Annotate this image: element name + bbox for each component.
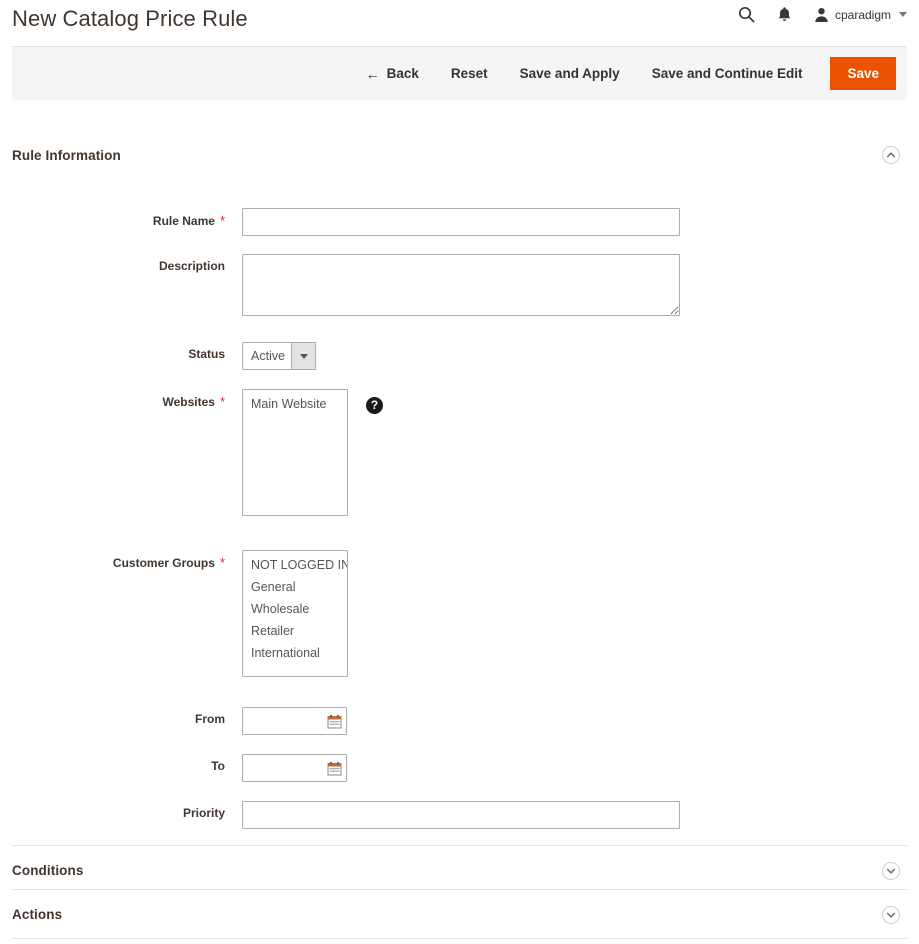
page-actions-toolbar: ← Back Reset Save and Apply Save and Con… [12, 46, 907, 100]
required-marker: * [220, 394, 225, 409]
customer-groups-option: Wholesale [243, 598, 347, 620]
save-button[interactable]: Save [830, 57, 896, 90]
websites-option: Main Website [243, 393, 347, 415]
header-tools: cparadigm [738, 6, 911, 23]
user-avatar-icon [814, 7, 829, 23]
chevron-down-icon [899, 12, 907, 17]
from-date-wrapper [242, 707, 347, 735]
status-select-wrapper: Active Inactive [242, 342, 316, 370]
to-label: To [0, 754, 225, 773]
customer-groups-option: Retailer [243, 620, 347, 642]
reset-button-label: Reset [451, 66, 488, 81]
websites-label: Websites* [0, 389, 225, 409]
section-header-rule-information[interactable]: Rule Information [12, 130, 907, 180]
status-label: Status [0, 342, 225, 361]
chevron-down-circle-icon[interactable] [881, 905, 901, 925]
bell-icon[interactable] [777, 6, 792, 23]
chevron-up-circle-icon[interactable] [881, 145, 901, 165]
customer-groups-option: International [243, 642, 347, 664]
bottom-divider [12, 938, 907, 939]
save-and-continue-edit-label: Save and Continue Edit [652, 66, 803, 81]
section-header-actions[interactable]: Actions [12, 889, 907, 939]
back-arrow-icon: ← [366, 66, 380, 82]
section-title-rule-information: Rule Information [12, 148, 121, 163]
priority-label: Priority [0, 801, 225, 820]
required-marker: * [220, 555, 225, 570]
back-button[interactable]: ← Back [350, 58, 435, 90]
to-date-wrapper [242, 754, 347, 782]
calendar-icon[interactable] [325, 712, 343, 730]
user-menu[interactable]: cparadigm [814, 7, 911, 23]
section-header-conditions[interactable]: Conditions [12, 845, 907, 895]
description-textarea[interactable] [242, 254, 680, 316]
section-title-conditions: Conditions [12, 863, 84, 878]
search-icon[interactable] [738, 6, 755, 23]
section-title-actions: Actions [12, 907, 62, 922]
customer-groups-multiselect[interactable]: NOT LOGGED IN General Wholesale Retailer… [242, 550, 348, 677]
admin-header: New Catalog Price Rule [0, 0, 919, 45]
priority-input[interactable] [242, 801, 680, 829]
customer-groups-option: General [243, 576, 347, 598]
reset-button[interactable]: Reset [435, 58, 504, 89]
websites-multiselect[interactable]: Main Website [242, 389, 348, 516]
from-label: From [0, 707, 225, 726]
calendar-icon[interactable] [325, 759, 343, 777]
page-title: New Catalog Price Rule [12, 6, 248, 32]
help-question-icon[interactable]: ? [366, 397, 383, 414]
rule-name-input[interactable] [242, 208, 680, 236]
customer-groups-option: NOT LOGGED IN [243, 554, 347, 576]
description-label: Description [0, 254, 225, 273]
save-button-label: Save [847, 66, 879, 81]
user-name: cparadigm [835, 8, 891, 22]
customer-groups-label: Customer Groups* [0, 550, 225, 570]
required-marker: * [220, 213, 225, 228]
back-button-label: Back [387, 66, 419, 81]
save-and-apply-button[interactable]: Save and Apply [504, 58, 636, 89]
rule-name-label: Rule Name* [0, 208, 225, 228]
chevron-down-circle-icon[interactable] [881, 861, 901, 881]
status-select[interactable]: Active Inactive [242, 342, 316, 370]
admin-page: New Catalog Price Rule [0, 0, 919, 944]
save-and-apply-label: Save and Apply [520, 66, 620, 81]
save-and-continue-edit-button[interactable]: Save and Continue Edit [636, 58, 819, 89]
